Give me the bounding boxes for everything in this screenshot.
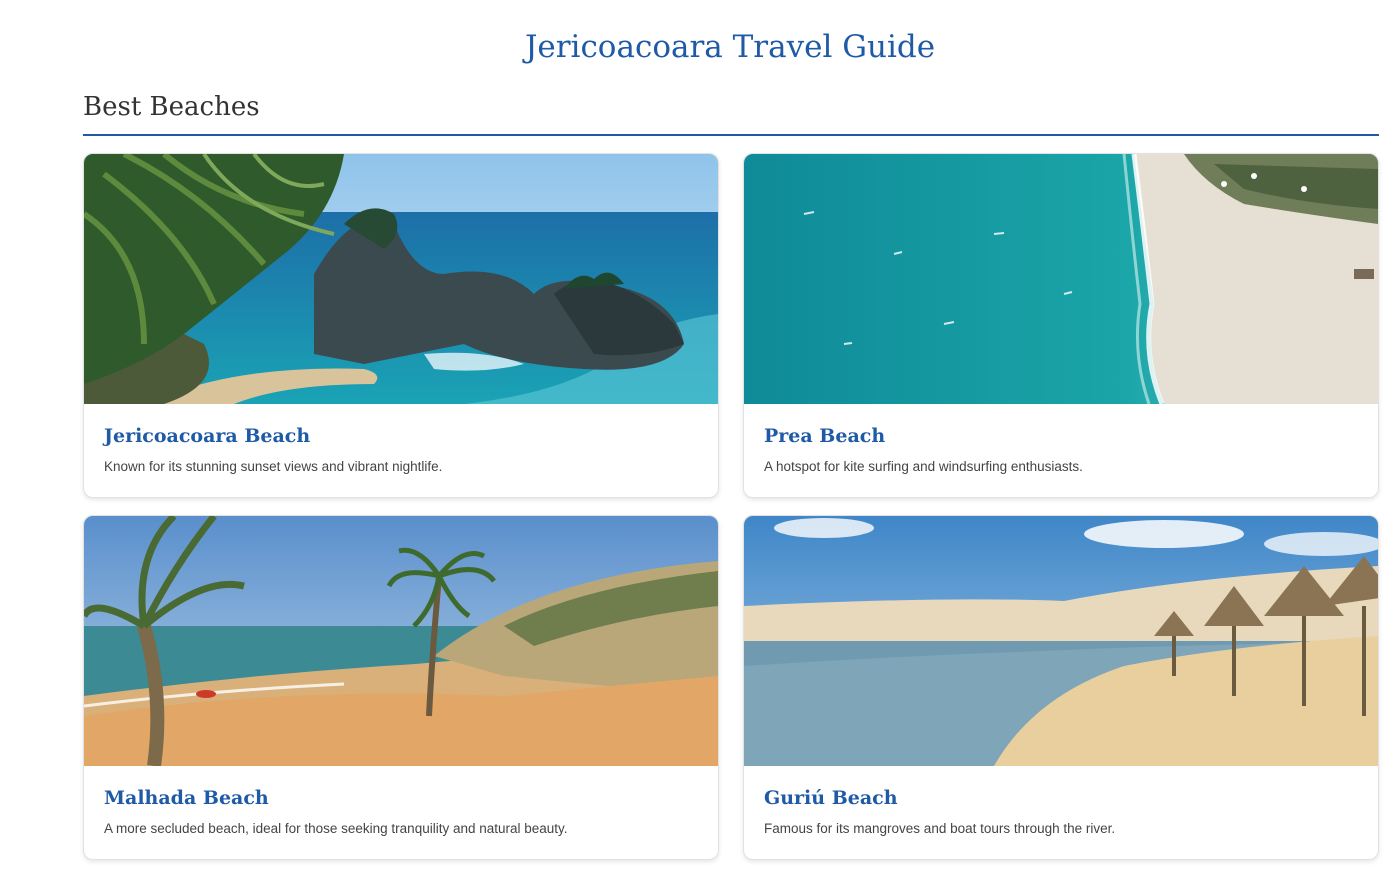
beach-card-jericoacoara[interactable]: Jericoacoara Beach Known for its stunnin… [83, 153, 719, 498]
beach-photo [84, 154, 718, 404]
beach-card-description: Famous for its mangroves and boat tours … [764, 821, 1116, 836]
section-heading: Best Beaches [83, 90, 1379, 136]
beach-card-prea[interactable]: Prea Beach A hotspot for kite surfing an… [743, 153, 1379, 498]
beach-card-title: Jericoacoara Beach [104, 425, 311, 447]
beach-card-description: Known for its stunning sunset views and … [104, 459, 443, 474]
beach-card-description: A more secluded beach, ideal for those s… [104, 821, 568, 836]
beach-photo [744, 154, 1378, 404]
beach-card-description: A hotspot for kite surfing and windsurfi… [764, 459, 1083, 474]
beach-photo [84, 516, 718, 766]
beach-card-title: Guriú Beach [764, 787, 898, 809]
beach-card-malhada[interactable]: Malhada Beach A more secluded beach, ide… [83, 515, 719, 860]
beach-photo [744, 516, 1378, 766]
beach-card-title: Prea Beach [764, 425, 886, 447]
beach-card-title: Malhada Beach [104, 787, 269, 809]
page-title: Jericoacoara Travel Guide [524, 29, 936, 65]
beach-card-guriu[interactable]: Guriú Beach Famous for its mangroves and… [743, 515, 1379, 860]
